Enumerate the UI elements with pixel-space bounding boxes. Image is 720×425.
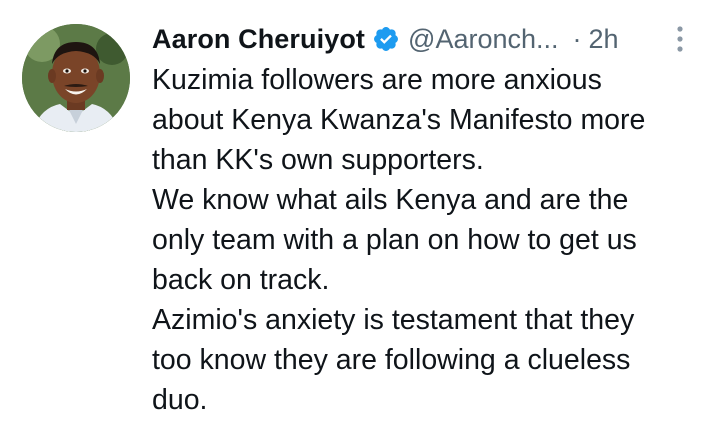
tweet-header: Aaron Cheruiyot @Aaronch... · 2h xyxy=(152,19,619,59)
handle[interactable]: @Aaronch... xyxy=(408,24,558,55)
tweet-text-line: about Kenya Kwanza's Manifesto more xyxy=(152,104,646,136)
tweet-text-line: than KK's own supporters. xyxy=(152,144,484,176)
tweet-text-line: Kuzimia followers are more anxious xyxy=(152,64,602,96)
tweet[interactable]: Aaron Cheruiyot @Aaronch... · 2h Kuzimia… xyxy=(0,0,720,425)
separator-dot: · xyxy=(572,23,582,54)
tweet-text-line: too know they are following a clueless xyxy=(152,344,631,376)
tweet-text-line: duo. xyxy=(152,384,208,416)
tweet-text-line: We know what ails Kenya and are the xyxy=(152,184,629,216)
avatar-photo xyxy=(22,24,130,132)
timestamp[interactable]: 2h xyxy=(589,24,619,55)
tweet-text: Kuzimia followers are more anxious about… xyxy=(152,60,712,420)
avatar[interactable] xyxy=(22,24,130,132)
display-name[interactable]: Aaron Cheruiyot xyxy=(152,24,365,55)
tweet-text-line: only team with a plan on how to get us xyxy=(152,224,637,256)
tweet-text-line: Azimio's anxiety is testament that they xyxy=(152,304,635,336)
more-vertical-icon[interactable] xyxy=(672,24,688,54)
tweet-text-line: back on track. xyxy=(152,264,330,296)
verified-badge-icon xyxy=(372,25,400,53)
